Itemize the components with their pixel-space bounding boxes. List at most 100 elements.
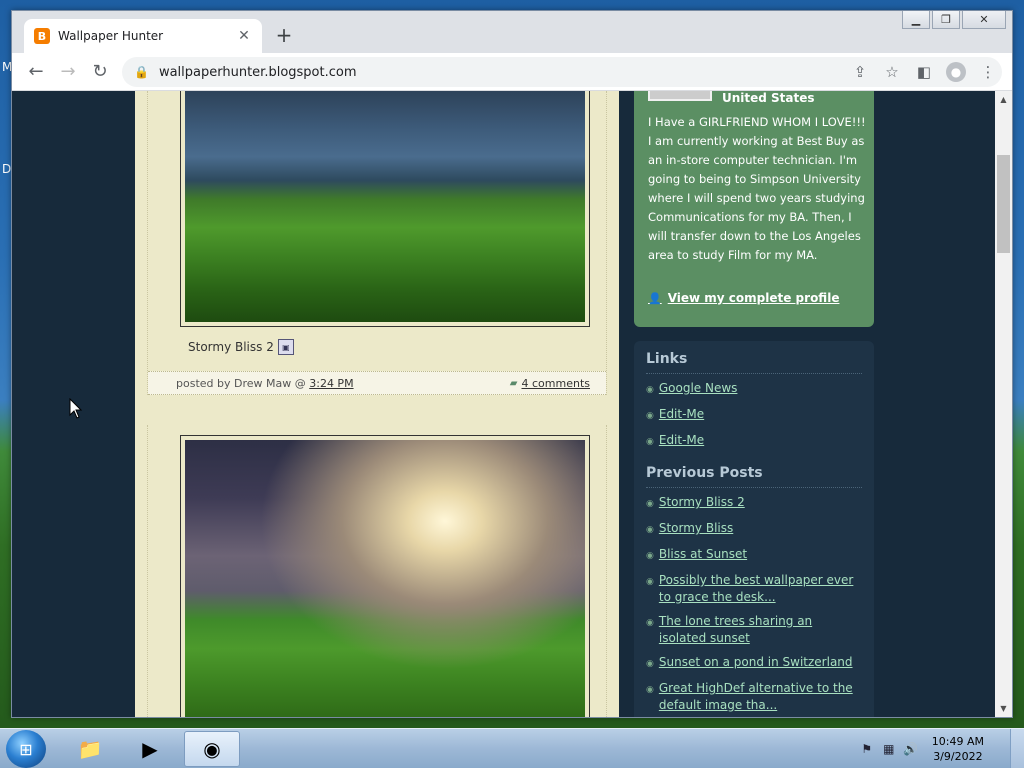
bullet-icon: ◉ <box>646 385 654 395</box>
links-heading: Links <box>646 351 862 374</box>
side-panel-icon[interactable]: ◧ <box>908 57 940 87</box>
bullet-icon: ◉ <box>646 525 654 535</box>
desktop-icon-label[interactable]: D <box>2 162 11 176</box>
scroll-thumb[interactable] <box>997 155 1010 253</box>
previous-post-link[interactable]: Possibly the best wallpaper ever to grac… <box>659 572 862 606</box>
previous-post-link[interactable]: Sunset on a pond in Switzerland <box>659 654 853 671</box>
list-item: ◉ Sunset on a pond in Switzerland <box>646 654 862 673</box>
sidebar: Links ◉ Google News ◉ Edit-Me ◉ Edit-Me Pre… <box>634 341 874 717</box>
main-column: Stormy Bliss 2 ▣ posted by Drew Maw @ 3:… <box>135 91 619 717</box>
network-icon[interactable]: ▦ <box>878 742 900 756</box>
tab-wallpaper-hunter[interactable]: B Wallpaper Hunter ✕ <box>24 19 262 53</box>
action-center-icon[interactable]: ⚑ <box>856 742 878 756</box>
scroll-up-arrow-icon[interactable]: ▲ <box>995 91 1012 108</box>
previous-post-link[interactable]: Bliss at Sunset <box>659 546 747 563</box>
bullet-icon: ◉ <box>646 499 654 509</box>
browser-window: B Wallpaper Hunter ✕ + ▁ ❐ ✕ ← → ↻ 🔒 wal… <box>11 10 1013 718</box>
clock-time: 10:49 AM <box>931 735 984 748</box>
start-button[interactable]: ⊞ <box>6 730 46 768</box>
taskbar: ⊞ 📁 ▶ ◉ ⚑ ▦ 🔊 10:49 AM 3/9/2022 <box>0 728 1024 768</box>
media-player-icon[interactable]: ▶ <box>122 731 178 767</box>
back-icon[interactable]: ← <box>20 56 52 88</box>
volume-icon[interactable]: 🔊 <box>900 742 922 756</box>
post-image-frame <box>180 435 590 717</box>
bullet-icon: ◉ <box>646 659 654 669</box>
profile-box: United States I Have a GIRLFRIEND WHOM I… <box>634 91 874 327</box>
view-profile-link[interactable]: View my complete profile <box>668 291 840 305</box>
bullet-icon: ◉ <box>646 551 654 561</box>
list-item: ◉ Bliss at Sunset <box>646 546 862 565</box>
post-caption-text: Stormy Bliss 2 <box>188 340 274 354</box>
system-tray: ⚑ ▦ 🔊 10:49 AM 3/9/2022 <box>856 729 984 768</box>
mouse-cursor-icon <box>69 398 83 419</box>
minimize-icon[interactable]: ▁ <box>902 11 930 29</box>
post-image[interactable] <box>185 440 585 717</box>
bullet-icon: ◉ <box>646 618 654 628</box>
comments-link-wrapper: ▰ 4 comments <box>510 377 590 390</box>
scroll-down-arrow-icon[interactable]: ▼ <box>995 700 1012 717</box>
show-desktop-button[interactable] <box>1010 729 1024 768</box>
list-item: ◉ Great HighDef alternative to the defaul… <box>646 680 862 714</box>
previous-post-link[interactable]: Stormy Bliss <box>659 520 733 537</box>
previous-post-link[interactable]: Great HighDef alternative to the default… <box>659 680 862 714</box>
sidebar-link[interactable]: Edit-Me <box>659 406 704 423</box>
clock-date: 3/9/2022 <box>933 750 983 763</box>
person-icon: 👤 <box>648 291 662 305</box>
post-caption: Stormy Bliss 2 ▣ <box>188 339 294 355</box>
restore-icon[interactable]: ❐ <box>932 11 960 29</box>
previous-posts-list: ◉ Stormy Bliss 2 ◉ Stormy Bliss ◉ Bliss at … <box>646 494 862 714</box>
page-scrollbar[interactable]: ▲ ▼ <box>995 91 1012 717</box>
bookmark-star-icon[interactable]: ☆ <box>876 57 908 87</box>
bullet-icon: ◉ <box>646 411 654 421</box>
image-icon[interactable]: ▣ <box>277 339 294 355</box>
tab-strip: B Wallpaper Hunter ✕ + ▁ ❐ ✕ <box>12 11 1012 53</box>
list-item: ◉ Edit-Me <box>646 432 862 451</box>
blog-post: Stormy Bliss 2 ▣ posted by Drew Maw @ 3:… <box>147 91 607 395</box>
profile-photo[interactable] <box>648 91 712 101</box>
close-icon[interactable]: ✕ <box>962 11 1006 29</box>
previous-post-link[interactable]: Stormy Bliss 2 <box>659 494 745 511</box>
bullet-icon: ◉ <box>646 577 654 587</box>
comments-link[interactable]: 4 comments <box>522 377 591 390</box>
sidebar-link[interactable]: Google News <box>659 380 738 397</box>
previous-posts-heading: Previous Posts <box>646 465 862 488</box>
list-item: ◉ The lone trees sharing an isolated suns… <box>646 613 862 647</box>
tab-title: Wallpaper Hunter <box>58 29 164 43</box>
forward-icon[interactable]: → <box>52 56 84 88</box>
reload-icon[interactable]: ↻ <box>84 56 116 88</box>
previous-post-link[interactable]: The lone trees sharing an isolated sunse… <box>659 613 862 647</box>
page-viewport: Stormy Bliss 2 ▣ posted by Drew Maw @ 3:… <box>12 91 996 717</box>
list-item: ◉ Possibly the best wallpaper ever to gra… <box>646 572 862 606</box>
lock-icon[interactable]: 🔒 <box>134 65 149 79</box>
post-image[interactable] <box>185 91 585 322</box>
chrome-icon[interactable]: ◉ <box>184 731 240 767</box>
post-time-link[interactable]: 3:24 PM <box>309 377 353 390</box>
profile-bio: I Have a GIRLFRIEND WHOM I LOVE!!! I am … <box>648 115 866 262</box>
toolbar-actions: ⇪ ☆ ◧ ● ⋮ <box>844 57 1004 87</box>
list-item: ◉ Google News <box>646 380 862 399</box>
posted-by: posted by Drew Maw @ <box>176 376 306 390</box>
profile-link-row: 👤 View my complete profile <box>648 291 839 305</box>
post-meta: posted by Drew Maw @ 3:24 PM <box>176 377 354 390</box>
list-item: ◉ Stormy Bliss 2 <box>646 494 862 513</box>
profile-button[interactable]: ● <box>940 57 972 87</box>
share-icon[interactable]: ⇪ <box>844 57 876 87</box>
menu-icon[interactable]: ⋮ <box>972 57 1004 87</box>
file-explorer-icon[interactable]: 📁 <box>62 731 118 767</box>
comment-icon: ▰ <box>509 377 518 389</box>
clock[interactable]: 10:49 AM 3/9/2022 <box>932 734 984 764</box>
bullet-icon: ◉ <box>646 685 654 695</box>
blog-post <box>147 425 607 717</box>
new-tab-button[interactable]: + <box>274 25 294 45</box>
avatar: ● <box>946 62 966 82</box>
window-controls: ▁ ❐ ✕ <box>900 11 1006 29</box>
close-icon[interactable]: ✕ <box>236 28 252 44</box>
links-list: ◉ Google News ◉ Edit-Me ◉ Edit-Me <box>646 380 862 451</box>
browser-toolbar: ← → ↻ 🔒 wallpaperhunter.blogspot.com ⇪ ☆… <box>12 53 1012 91</box>
profile-country: United States <box>722 91 815 105</box>
bullet-icon: ◉ <box>646 437 654 447</box>
post-footer: posted by Drew Maw @ 3:24 PM ▰ 4 comment… <box>148 371 606 395</box>
post-image-frame <box>180 91 590 327</box>
sidebar-link[interactable]: Edit-Me <box>659 432 704 449</box>
blogger-icon: B <box>34 28 50 44</box>
